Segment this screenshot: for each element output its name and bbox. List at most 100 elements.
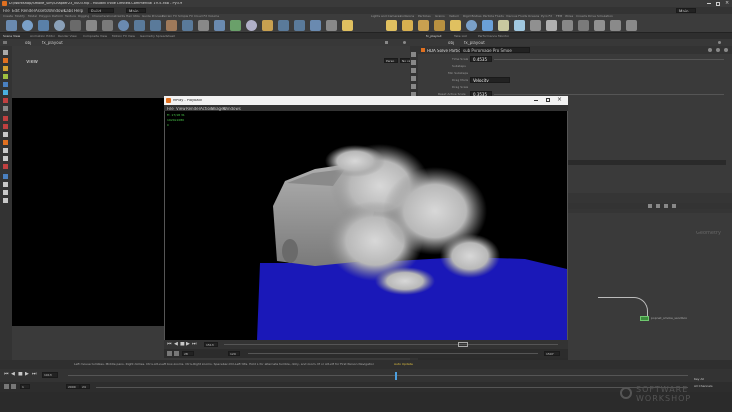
torus-tool-icon[interactable]	[54, 20, 65, 31]
shelf-tab[interactable]: Modify	[15, 15, 25, 18]
sphere-tool-icon[interactable]	[22, 20, 33, 31]
stop-icon[interactable]: ■	[18, 372, 23, 377]
path-tool-icon[interactable]	[150, 20, 161, 31]
shelf-tab[interactable]: Guide Process	[142, 15, 163, 18]
portal-light-icon[interactable]	[530, 20, 541, 31]
l-system-icon[interactable]	[230, 20, 241, 31]
flipbook-tool-icon[interactable]	[3, 174, 8, 179]
caustic-light-icon[interactable]	[514, 20, 525, 31]
shelf-tab[interactable]: Rigging	[78, 15, 89, 18]
mode-selector[interactable]: Main	[126, 8, 146, 13]
shelf-tab[interactable]: FEM	[556, 15, 562, 18]
shelf-tab[interactable]: Characters	[92, 15, 108, 18]
viewer-path-obj[interactable]: obj	[25, 41, 31, 45]
shelf-tab[interactable]: Constraints	[108, 15, 125, 18]
grid-tool-icon[interactable]	[70, 20, 81, 31]
shading-icon[interactable]	[411, 60, 416, 65]
help-icon[interactable]	[724, 48, 728, 52]
node-name-field[interactable]: sub Pyromage Pro Smoe	[460, 47, 530, 53]
shelf-tab[interactable]: Simple FX	[178, 15, 193, 18]
tab-animation-editor[interactable]: Animation Editor	[30, 35, 55, 38]
minimize-icon[interactable]	[534, 100, 538, 101]
shelf-tab[interactable]: Volume	[208, 15, 219, 18]
helix-tool-icon[interactable]	[294, 20, 305, 31]
spiral-tool-icon[interactable]	[278, 20, 289, 31]
viewer-path-node[interactable]: fx_playout	[42, 41, 63, 45]
param-slider[interactable]	[494, 94, 724, 95]
handle-tool-icon[interactable]	[3, 82, 8, 87]
tab-composite-view[interactable]: Composite View	[83, 35, 107, 38]
desktop-selector[interactable]: Build	[88, 8, 114, 13]
last-frame-icon[interactable]: ⏭	[192, 342, 197, 347]
viewport-toggle-icon[interactable]	[3, 198, 8, 203]
platonic-solids-icon[interactable]	[214, 20, 225, 31]
line-tool-icon[interactable]	[102, 20, 113, 31]
shelf-tab[interactable]: Collisions	[400, 15, 414, 18]
mplay-range-slider[interactable]	[248, 353, 538, 354]
geometry-light-icon[interactable]	[418, 20, 429, 31]
fps-field[interactable]: 24	[80, 384, 90, 389]
keyframe-icon[interactable]	[4, 384, 9, 389]
text-tool-icon[interactable]	[198, 20, 209, 31]
params-path-node[interactable]: fx_playout	[464, 41, 485, 45]
menu-assets[interactable]: Assets	[35, 9, 48, 13]
shelf-tab[interactable]: Pyro FX	[541, 15, 552, 18]
step-back-icon[interactable]: ◀	[174, 342, 178, 347]
shelf-tab[interactable]: Oceans	[528, 15, 539, 18]
current-frame-field[interactable]: 1013	[42, 372, 58, 378]
timeline-playhead[interactable]	[395, 372, 397, 380]
volume-light-icon[interactable]	[434, 20, 445, 31]
render-tool-icon[interactable]	[3, 164, 8, 169]
params-path-obj[interactable]: obj	[448, 41, 454, 45]
environment-light-icon[interactable]	[466, 20, 477, 31]
null-tool-icon[interactable]	[86, 20, 97, 31]
main-selector-right[interactable]: Main	[676, 8, 696, 13]
move-tool-icon[interactable]	[3, 58, 8, 63]
gear-icon[interactable]	[708, 48, 712, 52]
zoom-icon[interactable]	[167, 351, 172, 356]
geometry-tool-icon[interactable]	[310, 20, 321, 31]
point-numbers-icon[interactable]	[411, 84, 416, 89]
first-frame-icon[interactable]: ⏮	[167, 342, 172, 347]
step-back-icon[interactable]: ◀	[11, 372, 15, 377]
shelf-tab[interactable]: Rigid Bodies	[463, 15, 482, 18]
tab-take-list[interactable]: Take List	[454, 35, 467, 38]
mplay-frame-field[interactable]: 1513	[204, 342, 218, 347]
shelf-tab[interactable]: Drive Simulation	[588, 15, 613, 18]
close-icon[interactable]: ×	[725, 1, 729, 6]
shelf-tab[interactable]: Create	[3, 15, 13, 18]
tab-motion-fx-view[interactable]: Motion FX View	[112, 35, 135, 38]
file-tool-icon[interactable]	[262, 20, 273, 31]
mplay-menu-render[interactable]: Render	[186, 107, 200, 111]
back-arrow-icon[interactable]	[3, 41, 7, 44]
tab-geometry-spreadsheet[interactable]: Geometry Spreadsheet	[140, 35, 175, 38]
curve-tool-icon[interactable]	[134, 20, 145, 31]
sky-light-icon[interactable]	[482, 20, 493, 31]
select-tool-icon[interactable]	[3, 50, 8, 55]
network-tool-icon[interactable]	[656, 204, 660, 208]
mplay-menu-view[interactable]: View	[176, 107, 186, 111]
ghost-icon[interactable]	[411, 76, 416, 81]
gi-light-icon[interactable]	[498, 20, 509, 31]
point-snap-icon[interactable]	[3, 148, 8, 153]
shelf-tab[interactable]: Viscous Fluids	[506, 15, 527, 18]
shelf-tab[interactable]: Cloud FX	[194, 15, 207, 18]
key-all-button[interactable]: Key All	[694, 378, 704, 381]
mplay-playhead[interactable]	[458, 342, 468, 347]
box-tool-icon[interactable]	[6, 20, 17, 31]
close-icon[interactable]: ×	[557, 97, 562, 103]
shelf-tab[interactable]: Lights and Cameras	[371, 15, 401, 18]
range-slider[interactable]	[96, 387, 688, 388]
last-frame-icon[interactable]: ⏭	[32, 372, 37, 377]
stereo-camera-icon[interactable]	[626, 20, 637, 31]
fit-icon[interactable]	[174, 351, 179, 356]
menu-file[interactable]: File	[3, 9, 10, 13]
play-icon[interactable]: ▶	[25, 372, 29, 377]
snap-tool-icon[interactable]	[3, 116, 8, 121]
help-icon[interactable]	[718, 41, 721, 44]
menu-render[interactable]: Render	[21, 9, 35, 13]
light-tool-icon[interactable]	[342, 20, 353, 31]
view-tool-icon[interactable]	[3, 98, 8, 103]
shelf-tab[interactable]: Crowds	[576, 15, 587, 18]
shelf-tab[interactable]: Model	[28, 15, 37, 18]
